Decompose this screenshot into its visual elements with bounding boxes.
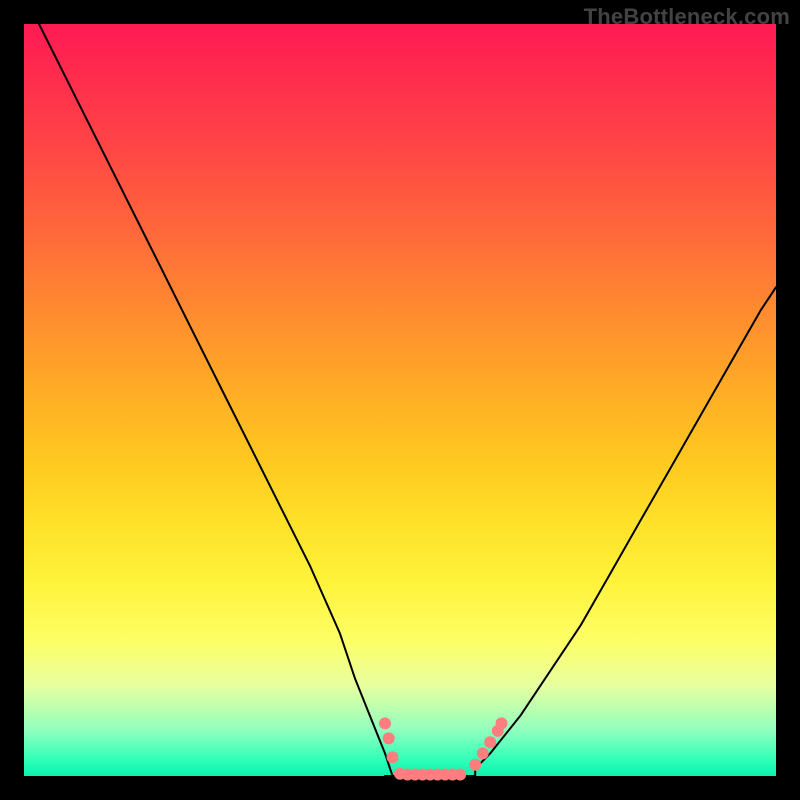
data-marker xyxy=(454,769,466,781)
chart-frame: TheBottleneck.com xyxy=(0,0,800,800)
data-marker xyxy=(484,736,496,748)
data-marker xyxy=(496,717,508,729)
watermark-text: TheBottleneck.com xyxy=(584,4,790,30)
curve-svg xyxy=(24,24,776,776)
data-marker xyxy=(469,759,481,771)
bottleneck-curve xyxy=(39,24,776,776)
data-marker xyxy=(383,732,395,744)
plot-area xyxy=(24,24,776,776)
data-marker xyxy=(387,751,399,763)
data-marker xyxy=(477,747,489,759)
data-marker xyxy=(379,717,391,729)
marker-group xyxy=(379,717,508,780)
